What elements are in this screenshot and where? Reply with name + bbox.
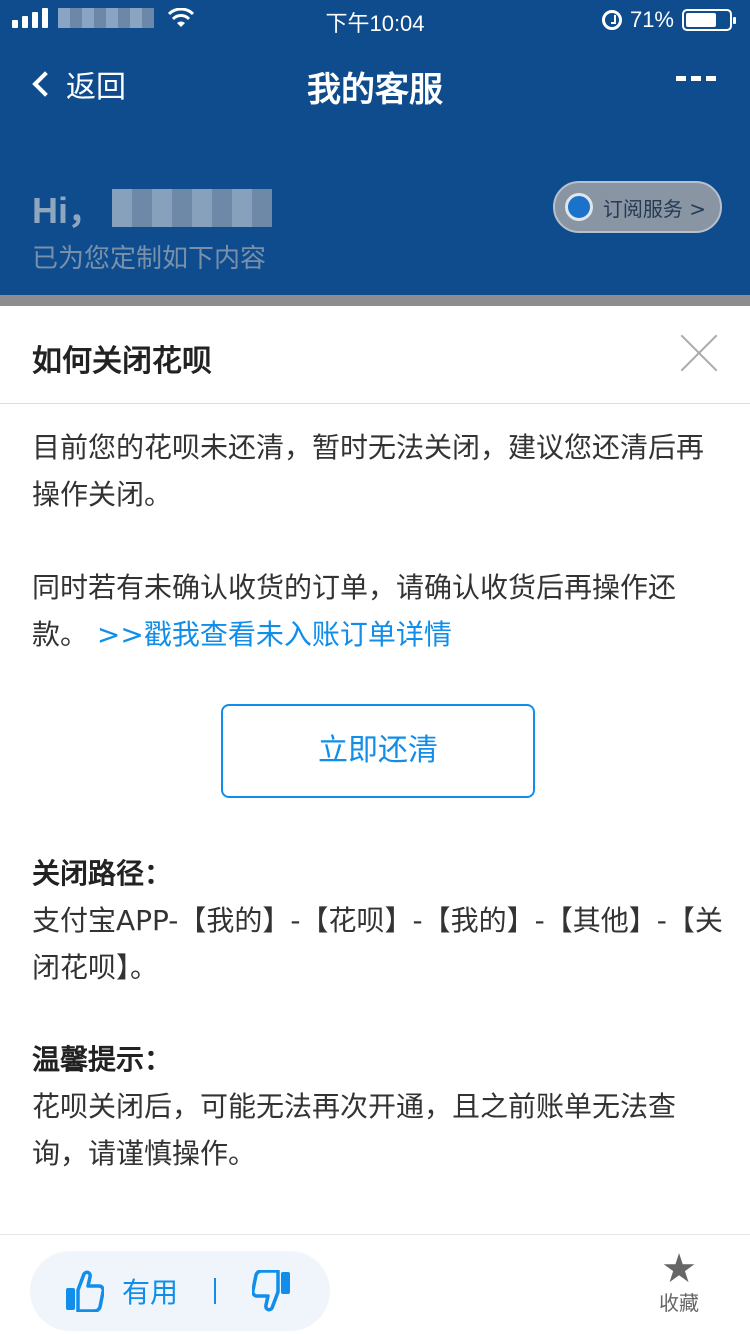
subscribe-icon: [564, 193, 593, 221]
close-path-title: 关闭路径：: [32, 857, 173, 890]
answer-content: 目前您的花呗未还清，暂时无法关闭，建议您还清后再操作关闭。 同时若有未确认收货的…: [32, 424, 724, 1177]
status-bar: 下午10:04 71%: [0, 0, 750, 40]
tips-text: 花呗关闭后，可能无法再次开通，且之前账单无法查询，请谨慎操作。: [32, 1090, 677, 1170]
pay-off-button[interactable]: 立即还清: [221, 704, 535, 798]
greeting-row: Hi，: [32, 182, 273, 234]
useful-button[interactable]: 有用: [64, 1270, 178, 1312]
page-title: 我的客服: [307, 70, 443, 110]
thumbs-up-icon: [66, 1270, 104, 1312]
battery-percent: 71%: [629, 7, 674, 32]
subscribe-button[interactable]: 订阅服务 >: [552, 181, 722, 233]
tips-title: 温馨提示：: [32, 1043, 173, 1076]
answer-paragraph-orders: 同时若有未确认收货的订单，请确认收货后再操作还款。 >>戳我查看未入账订单详情: [32, 564, 724, 658]
battery-fill: [686, 13, 716, 27]
greeting-text: Hi，: [32, 190, 105, 231]
sheet-header: 如何关闭花呗: [0, 306, 750, 404]
thumbs-down-icon[interactable]: [252, 1270, 292, 1312]
close-path-section: 关闭路径： 支付宝APP-【我的】-【花呗】-【我的】-【其他】-【关闭花呗】。: [32, 850, 724, 991]
useful-label: 有用: [122, 1276, 179, 1309]
status-right: 71%: [601, 7, 736, 33]
star-icon: ★: [661, 1246, 697, 1292]
close-icon[interactable]: [678, 332, 720, 374]
username-blurred: [112, 189, 273, 227]
alarm-icon: [601, 10, 622, 30]
battery-icon: [682, 9, 736, 31]
feedback-pill: 有用: [30, 1251, 330, 1331]
feedback-footer: 有用 ★ 收藏: [0, 1234, 750, 1334]
collect-button[interactable]: ★ 收藏: [654, 1247, 704, 1315]
unposted-orders-link[interactable]: >>戳我查看未入账订单详情: [97, 618, 452, 651]
feedback-divider: [214, 1278, 217, 1304]
close-path-text: 支付宝APP-【我的】-【花呗】-【我的】-【其他】-【关闭花呗】。: [32, 904, 723, 984]
collect-label: 收藏: [659, 1291, 699, 1315]
sheet-title: 如何关闭花呗: [32, 344, 212, 379]
tips-section: 温馨提示： 花呗关闭后，可能无法再次开通，且之前账单无法查询，请谨慎操作。: [32, 1036, 724, 1177]
answer-sheet: 如何关闭花呗 目前您的花呗未还清，暂时无法关闭，建议您还清后再操作关闭。 同时若…: [0, 306, 750, 1334]
more-icon[interactable]: [676, 76, 716, 81]
header-subtitle: 已为您定制如下内容: [32, 244, 267, 274]
pay-button-wrap: 立即还清: [32, 704, 724, 798]
greeting-header: Hi， 已为您定制如下内容 订阅服务 >: [0, 130, 750, 295]
nav-bar: 返回 我的客服: [0, 40, 750, 130]
subscribe-label: 订阅服务 >: [602, 196, 706, 221]
answer-paragraph: 目前您的花呗未还清，暂时无法关闭，建议您还清后再操作关闭。: [32, 431, 705, 511]
